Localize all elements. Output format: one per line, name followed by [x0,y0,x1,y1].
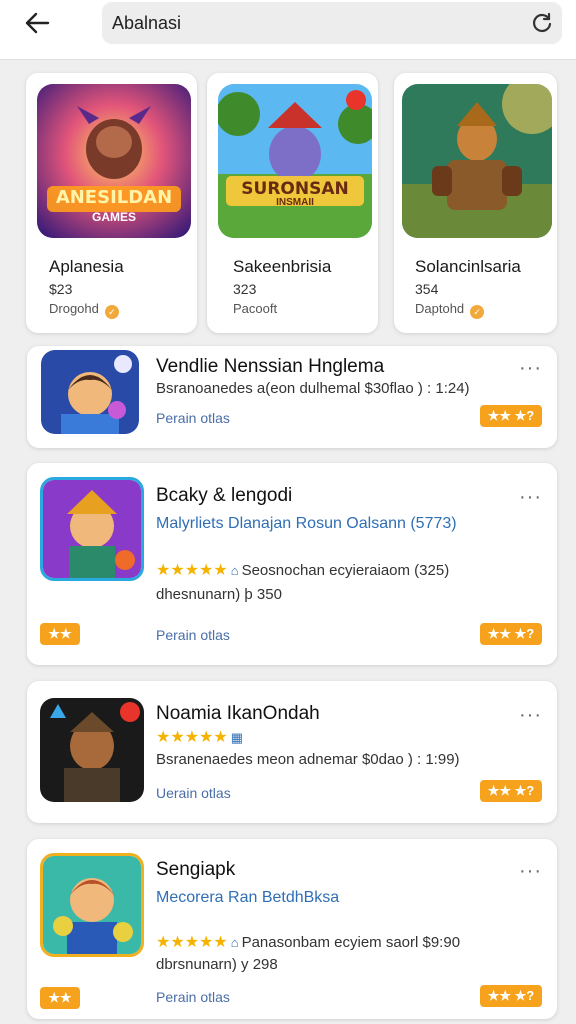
app-title: Noamia IkanOndah [156,703,320,724]
app-price-line: dbrsnunarn) y 298 [156,956,278,973]
more-options-button[interactable]: ··· [519,487,542,507]
rating-badge: ★★ ★? [480,405,542,427]
game-art-image [41,350,139,434]
game-art-subtitle: GAMES [91,210,136,224]
game-price: 354 [415,281,439,297]
game-art-subtitle: INSMAII [276,197,314,208]
more-options-button[interactable]: ··· [519,705,542,725]
verified-icon: ✓ [104,305,119,319]
game-thumbnail [402,84,552,238]
list-item[interactable]: Sengiapk ··· Mecorera Ran BetdhBksa ★★★★… [27,839,557,1019]
featured-card[interactable]: ANESILDAN GAMES Aplanesia $23 Drogohd ✓ [26,73,197,333]
star-rating-icon: ★★★★★ [156,729,228,746]
search-input[interactable] [112,10,512,36]
grid-icon: ▦ [230,730,244,745]
app-meta: Bsranenaedes meon adnemar $0dao ) : 1:99… [156,751,460,768]
rating-row: ★★★★★ ⌂ Seosnochan ecyieraiaom (325) [156,560,449,580]
rating-row: ★★★★★ ⌂ Panasonbam ecyiem saorl $9:90 [156,932,460,952]
app-subtitle: Mecorera Ran BetdhBksa [156,889,340,906]
game-thumbnail: ANESILDAN GAMES [37,84,191,238]
rating-badge: ★★ ★? [480,985,542,1007]
verified-icon: ✓ [470,305,485,319]
developer-name: Drogohd [49,301,99,316]
developer-row: Daptohd ✓ [415,301,485,319]
app-icon [40,477,144,581]
game-price: $23 [49,281,73,297]
rating-row: ★★★★★ ▦ [156,727,246,747]
home-icon: ⌂ [230,935,239,950]
details-link[interactable]: Perain otlas [156,627,230,643]
details-link[interactable]: Uerain otlas [156,785,231,801]
list-item[interactable]: Bcaky & lengodi ··· Malyrliets Dlanajan … [27,463,557,665]
app-meta: Seosnochan ecyieraiaom (325) [241,562,450,579]
rating-badge: ★★ ★? [480,623,542,645]
game-price: 323 [233,281,257,297]
app-price-line: dhesnunarn) þ 350 [156,586,282,603]
back-button[interactable] [20,6,54,40]
small-badge: ★★ [40,623,80,645]
home-icon: ⌂ [230,563,239,578]
app-icon [40,853,144,957]
app-meta: Bsranoanedes a(eon dulhemal $30flao ) : … [156,380,470,397]
game-art-image [40,698,144,802]
game-art-title: ANESILDAN [55,187,173,208]
featured-card[interactable]: Solancinlsaria 354 Daptohd ✓ [394,73,557,333]
app-title: Bcaky & lengodi [156,485,293,506]
app-title: Vendlie Nenssian Hnglema [156,356,385,377]
arrow-left-icon [25,12,50,34]
top-app-bar [0,0,576,60]
app-subtitle: Malyrliets Dlanajan Rosun Oalsann (5773) [156,515,457,532]
game-name: Sakeenbrisia [233,257,332,276]
details-link[interactable]: Perain otlas [156,410,230,426]
search-bar[interactable] [102,2,562,44]
developer-row: Drogohd ✓ [49,301,119,319]
developer-name: Pacooft [233,301,278,316]
details-link[interactable]: Perain otlas [156,989,230,1005]
refresh-icon[interactable] [530,11,554,35]
game-art-image [43,480,141,578]
game-art-image [43,856,141,954]
game-art-title: SURONSAN [241,179,349,199]
list-item[interactable]: Vendlie Nenssian Hnglema ··· Bsranoanede… [27,346,557,448]
more-options-button[interactable]: ··· [519,861,542,881]
rating-badge: ★★ ★? [480,780,542,802]
app-icon [40,698,144,802]
game-name: Solancinlsaria [415,257,521,276]
game-name: Aplanesia [49,257,124,276]
game-art-image [402,84,552,238]
star-rating-icon: ★★★★★ [156,934,228,951]
list-item[interactable]: Noamia IkanOndah ··· ★★★★★ ▦ Bsranenaedes… [27,681,557,823]
featured-card[interactable]: SURONSAN INSMAII Sakeenbrisia 323 Pacoof… [207,73,378,333]
star-rating-icon: ★★★★★ [156,562,228,579]
app-meta: Panasonbam ecyiem saorl $9:90 [241,934,461,951]
game-art-image [218,84,372,238]
more-options-button[interactable]: ··· [519,358,542,378]
small-badge: ★★ [40,987,80,1009]
game-thumbnail: SURONSAN INSMAII [218,84,372,238]
app-icon [41,350,139,434]
app-title: Sengiapk [156,859,236,880]
developer-name: Daptohd [415,301,465,316]
